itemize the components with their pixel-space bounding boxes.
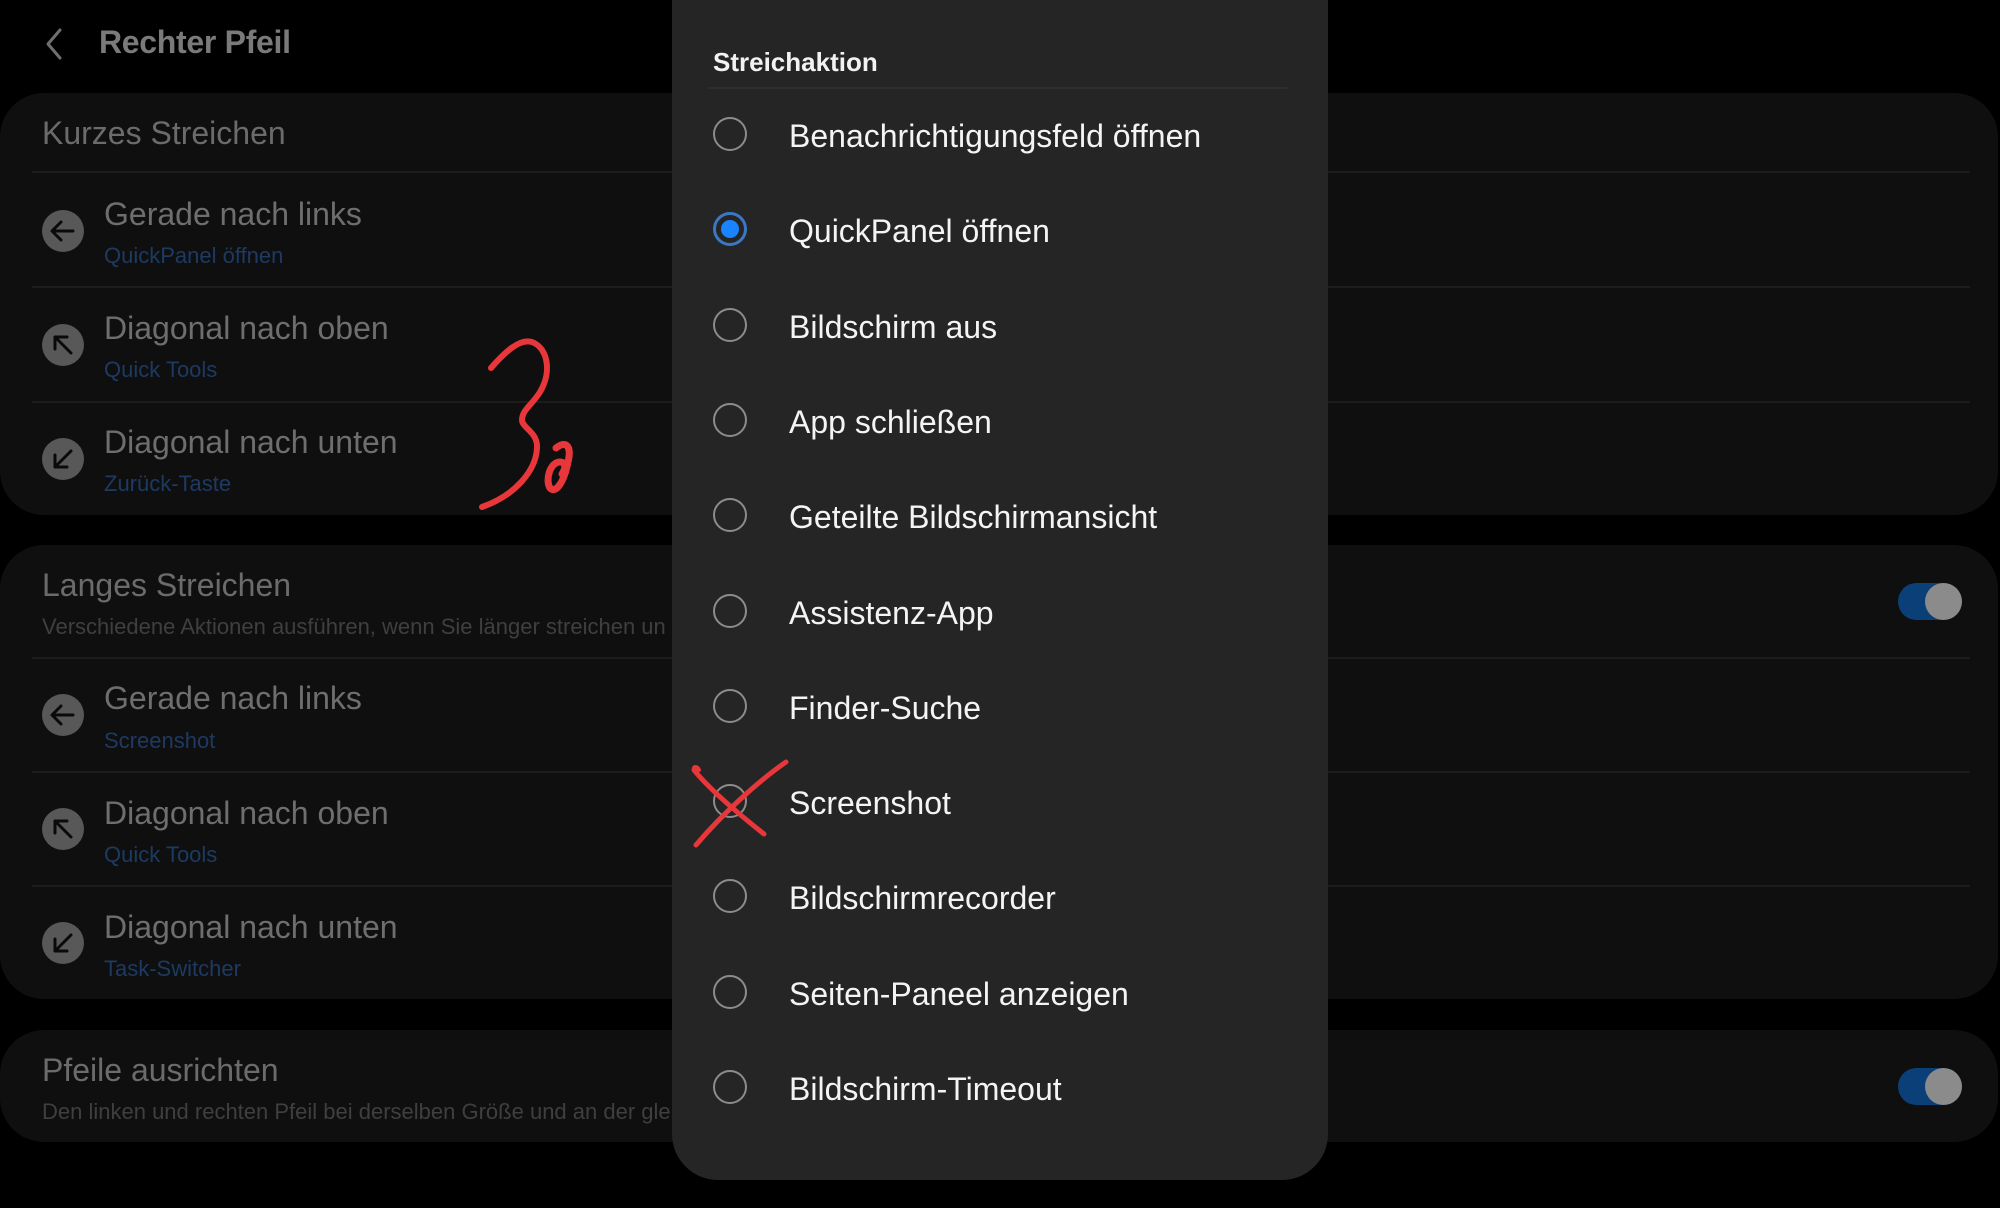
arrow-up-left-icon [42,324,84,366]
radio-button[interactable] [713,688,747,723]
row-value: Zurück-Taste [104,471,232,496]
toggle-thumb [1925,1068,1962,1105]
radio-button[interactable] [713,1070,747,1104]
row-title: Gerade nach links [104,680,362,716]
dialog-title: Streichaktion [713,47,878,77]
radio-button[interactable] [713,498,747,533]
radio-button[interactable] [713,307,747,342]
back-button[interactable] [36,22,76,66]
row-title: Diagonal nach unten [104,909,398,945]
row-title: Diagonal nach oben [104,310,389,346]
row-value: Task-Switcher [104,956,241,981]
option-item[interactable]: QuickPanel öffnen [696,186,1304,276]
row-value: Quick Tools [104,357,218,382]
option-item[interactable]: Bildschirmrecorder [696,853,1304,943]
radio-button-checked[interactable] [713,212,747,247]
page-title: Rechter Pfeil [99,24,291,60]
arrow-left-icon [42,210,84,252]
option-item[interactable]: Bildschirm aus [696,282,1304,372]
chevron-left-icon [46,28,62,60]
radio-button[interactable] [713,879,747,914]
option-item[interactable]: Bildschirm-Timeout [696,1044,1304,1134]
option-item[interactable]: Seiten-Paneel anzeigen [696,949,1304,1039]
row-value: QuickPanel öffnen [104,243,284,268]
row-title: Diagonal nach oben [104,795,389,831]
arrow-down-left-icon [42,922,84,964]
radio-button[interactable] [713,974,747,1009]
dialog-divider [709,87,1287,89]
long-swipe-subtitle: Verschiedene Aktionen ausführen, wenn Si… [42,614,666,639]
short-swipe-title: Kurzes Streichen [42,115,286,151]
option-label: Screenshot [789,785,951,822]
option-item[interactable]: Geteilte Bildschirmansicht [696,472,1304,562]
option-label: Seiten-Paneel anzeigen [789,975,1129,1012]
radio-button[interactable] [713,402,747,437]
option-item[interactable]: App schließen [696,377,1304,467]
option-label: Finder-Suche [789,689,982,726]
option-item[interactable]: Assistenz-App [696,568,1304,658]
row-title: Diagonal nach unten [104,424,398,460]
align-arrows-title: Pfeile ausrichten [42,1052,279,1088]
arrow-left-icon [42,694,84,736]
option-item[interactable]: Benachrichtigungsfeld öffnen [696,91,1304,181]
row-value: Quick Tools [104,842,218,867]
swipe-action-dialog: Streichaktion Benachrichtigungsfeld öffn… [672,0,1328,1180]
arrow-up-left-icon [42,808,84,850]
radio-button[interactable] [713,593,747,628]
long-swipe-title: Langes Streichen [42,567,292,603]
option-label: Benachrichtigungsfeld öffnen [789,118,1202,154]
option-label: Geteilte Bildschirmansicht [789,499,1158,536]
option-label: Bildschirmrecorder [789,880,1056,917]
radio-button[interactable] [713,784,747,819]
arrow-down-left-icon [42,438,84,480]
option-label: Bildschirm-Timeout [789,1071,1062,1107]
toggle-thumb [1925,583,1962,620]
long-swipe-toggle[interactable] [1898,583,1962,620]
align-arrows-subtitle: Den linken und rechten Pfeil bei derselb… [42,1099,671,1124]
row-title: Gerade nach links [104,196,362,232]
option-item[interactable]: Finder-Suche [696,663,1304,753]
option-label: Bildschirm aus [789,308,998,345]
option-label: QuickPanel öffnen [789,213,1050,250]
option-label: App schließen [789,403,992,440]
align-arrows-toggle[interactable] [1898,1068,1962,1105]
option-label: Assistenz-App [789,594,994,631]
radio-button[interactable] [713,117,747,151]
option-item[interactable]: Screenshot [696,758,1304,848]
row-value: Screenshot [104,728,216,753]
